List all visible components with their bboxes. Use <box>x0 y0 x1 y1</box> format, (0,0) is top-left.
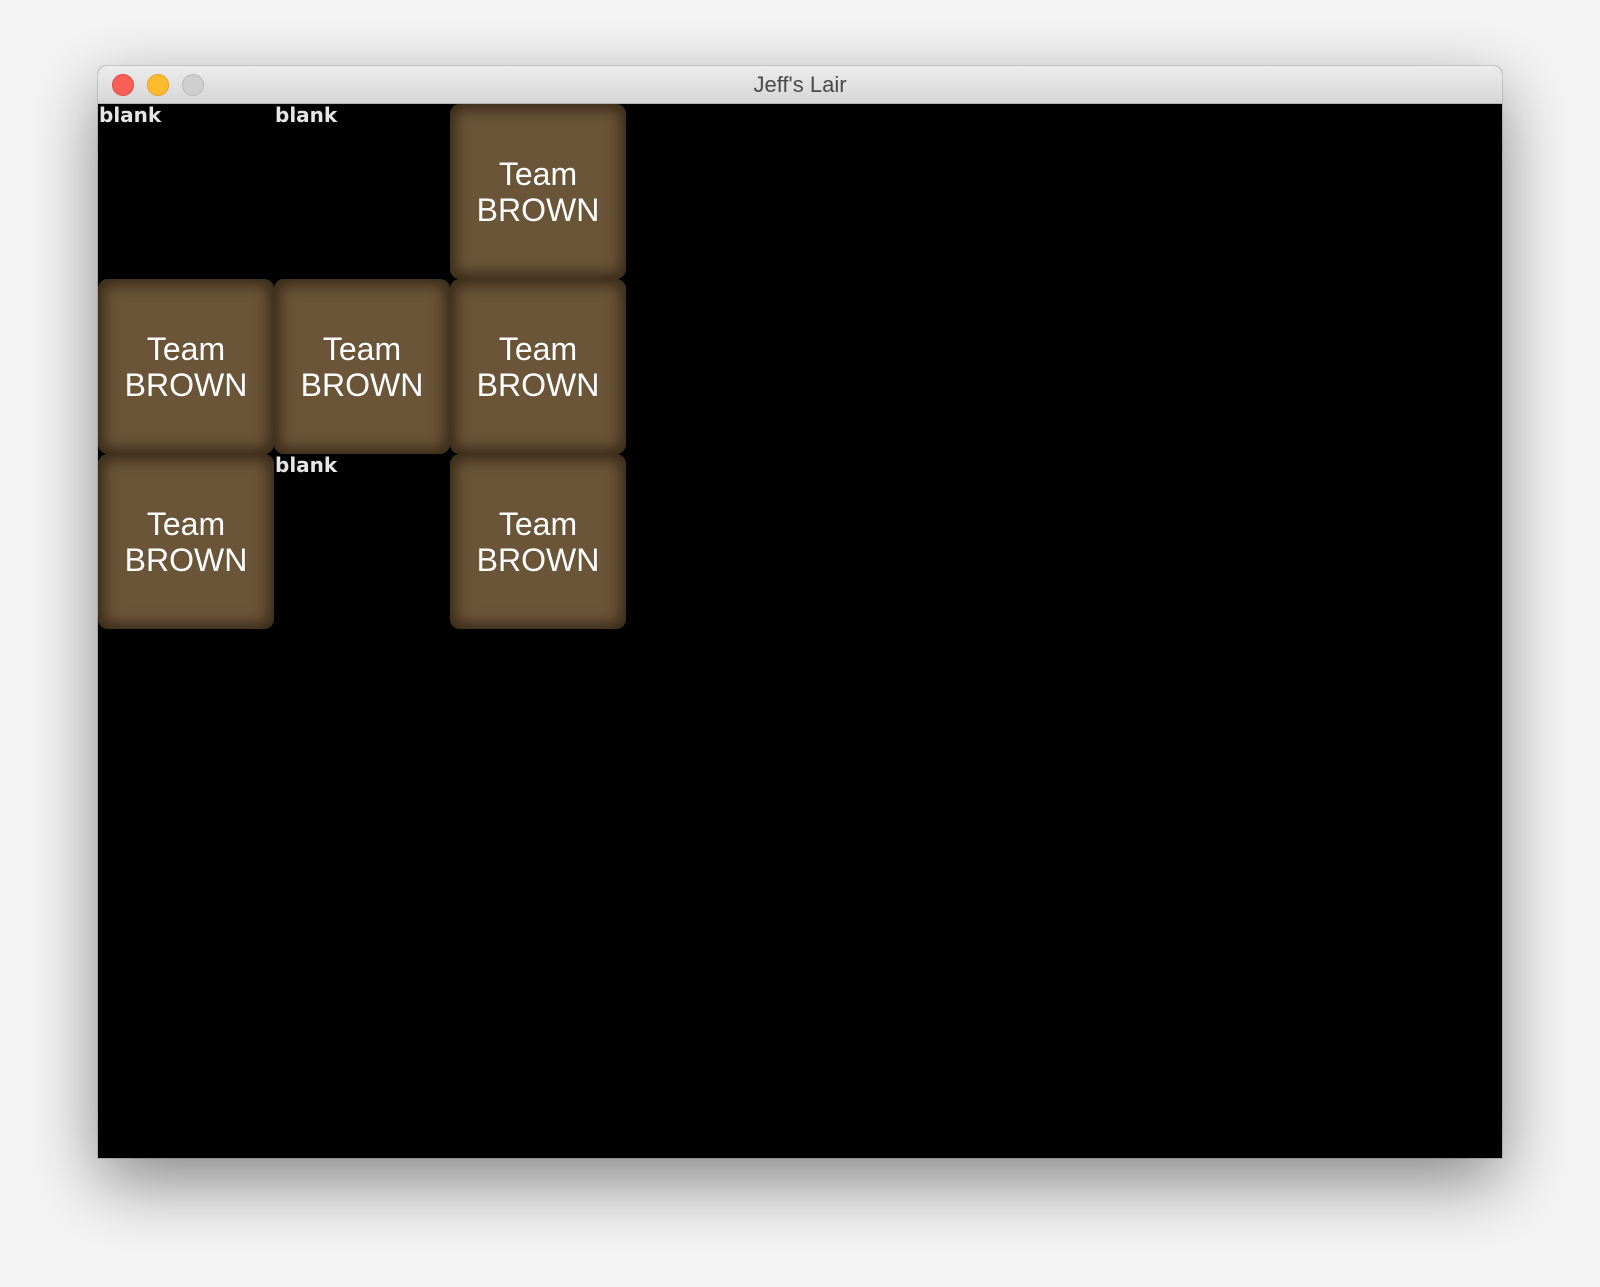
blank-label: blank <box>99 103 162 127</box>
tile-label-color: BROWN <box>476 541 600 578</box>
tile-label: Team BROWN <box>477 506 600 578</box>
team-brown-tile[interactable]: Team BROWN <box>450 279 626 454</box>
tile-label-team: Team <box>498 330 578 367</box>
blank-cell[interactable]: blank <box>98 104 274 279</box>
tile-label: Team BROWN <box>125 331 248 403</box>
blank-label: blank <box>275 103 338 127</box>
tile-label-team: Team <box>322 330 402 367</box>
tile-label-team: Team <box>498 155 578 192</box>
blank-cell[interactable]: blank <box>274 104 450 279</box>
tile-label: Team BROWN <box>301 331 424 403</box>
tile-label-color: BROWN <box>124 541 248 578</box>
team-brown-tile[interactable]: Team BROWN <box>450 454 626 629</box>
game-canvas[interactable]: blank blank Team BROWN Team BROWN Team BROW… <box>98 104 1502 1158</box>
tile-label: Team BROWN <box>477 331 600 403</box>
team-brown-tile[interactable]: Team BROWN <box>450 104 626 279</box>
title-bar[interactable]: Jeff's Lair <box>98 66 1502 104</box>
tile-label-team: Team <box>498 505 578 542</box>
window-title: Jeff's Lair <box>753 72 847 97</box>
tile-label-color: BROWN <box>476 191 600 228</box>
tile-label: Team BROWN <box>125 506 248 578</box>
tile-label-color: BROWN <box>124 366 248 403</box>
tile-label-color: BROWN <box>300 366 424 403</box>
app-window: Jeff's Lair blank blank Team BROWN Team BR… <box>98 66 1502 1158</box>
tile-label-team: Team <box>146 505 226 542</box>
blank-label: blank <box>275 453 338 477</box>
tile-label: Team BROWN <box>477 156 600 228</box>
blank-cell[interactable]: blank <box>274 454 450 629</box>
tile-grid: blank blank Team BROWN Team BROWN Team BROW… <box>98 104 626 629</box>
tile-label-team: Team <box>146 330 226 367</box>
team-brown-tile[interactable]: Team BROWN <box>274 279 450 454</box>
team-brown-tile[interactable]: Team BROWN <box>98 279 274 454</box>
team-brown-tile[interactable]: Team BROWN <box>98 454 274 629</box>
tile-label-color: BROWN <box>476 366 600 403</box>
